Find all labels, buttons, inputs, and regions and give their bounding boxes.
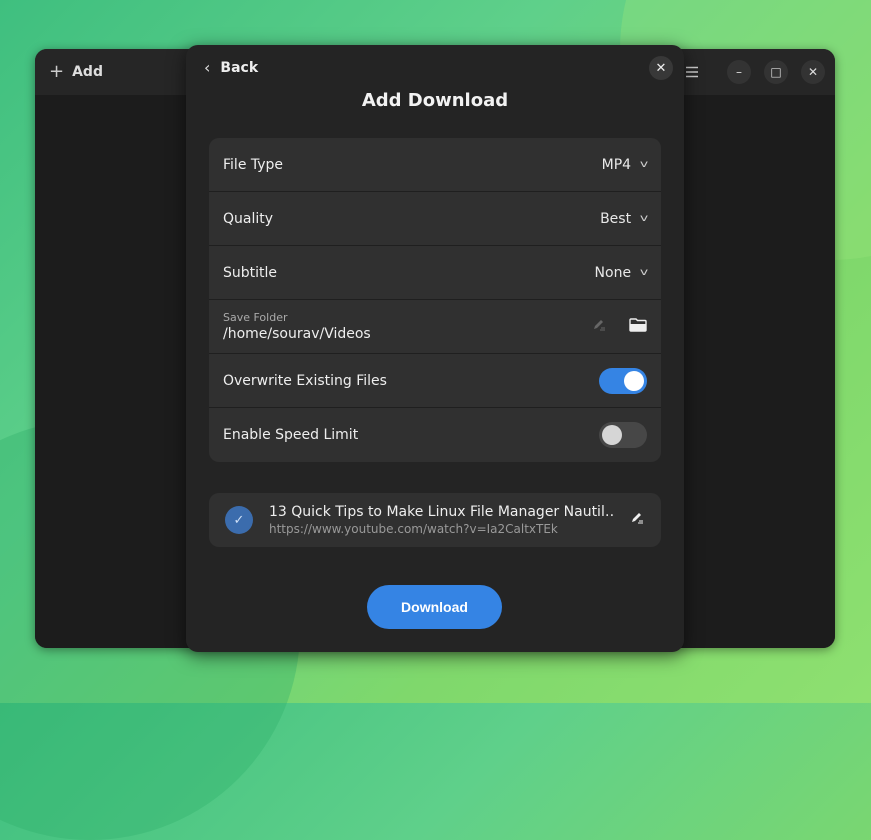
close-icon: ✕	[655, 60, 667, 76]
edit-path-icon[interactable]	[591, 317, 607, 337]
file-type-dropdown[interactable]: MP4 v	[601, 156, 649, 173]
quality-value: Best	[600, 210, 632, 227]
edit-icon[interactable]	[629, 510, 645, 530]
close-icon: ✕	[807, 65, 819, 79]
add-download-dialog: ‹ Back ✕ Add Download File Type MP4 v Qu…	[186, 45, 684, 652]
file-type-row[interactable]: File Type MP4 v	[209, 138, 661, 192]
quality-row[interactable]: Quality Best v	[209, 192, 661, 246]
dialog-title: Add Download	[361, 90, 509, 111]
maximize-button[interactable]: □	[764, 60, 788, 84]
subtitle-value: None	[594, 264, 632, 281]
file-type-label: File Type	[223, 156, 284, 173]
maximize-icon: □	[770, 65, 782, 79]
speed-limit-label: Enable Speed Limit	[223, 427, 359, 443]
save-folder-label: Save Folder	[223, 311, 288, 324]
folder-icon[interactable]	[629, 317, 647, 336]
close-dialog-button[interactable]: ✕	[649, 56, 673, 80]
save-folder-info: Save Folder /home/sourav/Videos	[223, 311, 371, 342]
save-folder-path: /home/sourav/Videos	[223, 326, 371, 342]
folder-actions	[591, 317, 647, 337]
add-button[interactable]: + Add	[49, 61, 103, 82]
quality-dropdown[interactable]: Best v	[600, 210, 649, 227]
subtitle-row[interactable]: Subtitle None v	[209, 246, 661, 300]
overwrite-toggle[interactable]	[599, 367, 647, 394]
minimize-icon: –	[736, 65, 742, 79]
video-item: ✓ 13 Quick Tips to Make Linux File Manag…	[209, 493, 661, 547]
file-type-value: MP4	[601, 156, 632, 173]
overwrite-row: Overwrite Existing Files	[209, 354, 661, 408]
chevron-down-icon: v	[639, 267, 649, 278]
toggle-knob	[624, 370, 644, 391]
video-info: 13 Quick Tips to Make Linux File Manager…	[269, 504, 613, 536]
speed-limit-toggle[interactable]	[599, 422, 647, 448]
speed-limit-row: Enable Speed Limit	[209, 408, 661, 462]
close-window-button[interactable]: ✕	[801, 60, 825, 84]
video-url: https://www.youtube.com/watch?v=Ia2Caltx…	[269, 522, 558, 536]
overwrite-label: Overwrite Existing Files	[223, 372, 387, 389]
save-folder-row: Save Folder /home/sourav/Videos	[209, 300, 661, 354]
plus-icon: +	[49, 61, 65, 82]
video-title: 13 Quick Tips to Make Linux File Manager…	[269, 504, 613, 520]
settings-group: File Type MP4 v Quality Best v Subtitle …	[209, 138, 661, 462]
check-icon[interactable]: ✓	[225, 506, 253, 534]
toggle-knob	[602, 425, 622, 445]
minimize-button[interactable]: –	[727, 60, 751, 84]
chevron-left-icon: ‹	[204, 58, 211, 77]
download-button[interactable]: Download	[367, 585, 502, 629]
chevron-down-icon: v	[639, 159, 649, 170]
window-controls: – □ ✕	[680, 60, 825, 84]
quality-label: Quality	[223, 210, 274, 227]
subtitle-dropdown[interactable]: None v	[594, 264, 649, 281]
back-label: Back	[220, 59, 259, 76]
add-label: Add	[72, 63, 103, 80]
chevron-down-icon: v	[639, 213, 649, 224]
back-button[interactable]: ‹ Back	[204, 58, 258, 77]
subtitle-label: Subtitle	[223, 264, 278, 281]
